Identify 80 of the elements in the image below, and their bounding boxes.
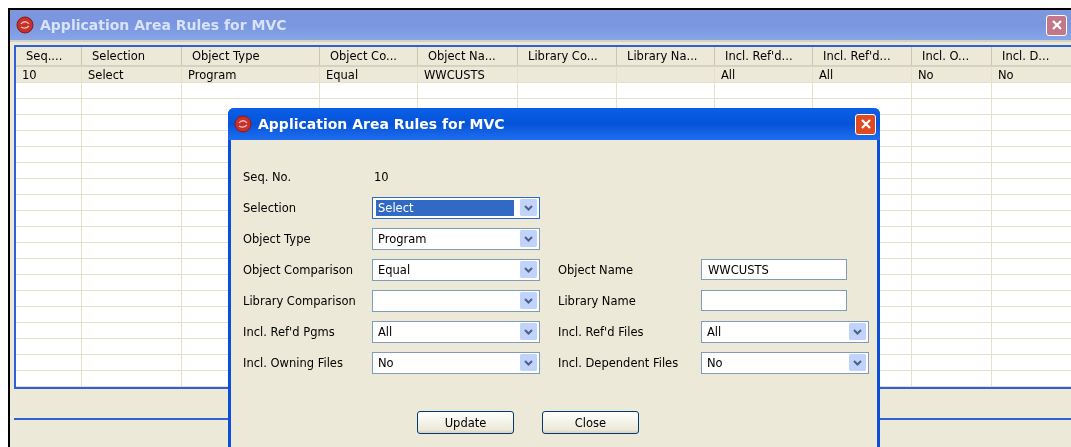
- column-header[interactable]: Library Na...: [617, 47, 715, 65]
- empty-cell: [16, 147, 82, 163]
- chevron-down-icon: [849, 323, 866, 340]
- dropdown[interactable]: All: [701, 320, 869, 343]
- empty-cell: [16, 339, 82, 355]
- field-label: Selection: [243, 200, 297, 215]
- empty-cell: [16, 323, 82, 339]
- table-cell: Select: [82, 67, 182, 83]
- dialog-button[interactable]: Update: [417, 411, 514, 434]
- table-row[interactable]: 10 Select Program Equal WWCUSTS All All No No: [16, 67, 1071, 83]
- table-cell: Program: [182, 67, 320, 83]
- empty-cell: [16, 115, 82, 131]
- chevron-down-icon: [520, 323, 537, 340]
- dropdown[interactable]: [372, 289, 540, 312]
- close-icon: [859, 118, 872, 130]
- column-header[interactable]: Selection: [82, 47, 182, 65]
- close-icon: [1050, 19, 1063, 31]
- text-field[interactable]: WWCUSTS: [701, 259, 847, 280]
- field-label: Incl. Dependent Files: [558, 355, 680, 370]
- dropdown[interactable]: Select: [372, 196, 540, 219]
- empty-cell: [16, 291, 82, 307]
- dropdown[interactable]: No: [701, 351, 869, 374]
- dialog-button[interactable]: Close: [542, 411, 639, 434]
- field-label: Incl. Owning Files: [243, 355, 344, 370]
- field-label: Incl. Ref'd Files: [558, 324, 645, 339]
- column-header[interactable]: Incl. Ref'd...: [813, 47, 912, 65]
- table-cell: All: [813, 67, 912, 83]
- empty-cell: [16, 99, 82, 115]
- empty-cell: [16, 227, 82, 243]
- empty-cell: [16, 275, 82, 291]
- field-value: 10: [373, 169, 389, 184]
- field-label: Object Name: [558, 262, 635, 277]
- chevron-down-icon: [849, 354, 866, 371]
- empty-cell: [16, 179, 82, 195]
- text-field[interactable]: [701, 290, 847, 311]
- close-button[interactable]: [1046, 14, 1067, 36]
- column-header[interactable]: Seq....: [16, 47, 82, 65]
- empty-cell: [16, 371, 82, 387]
- column-header[interactable]: Incl. D...: [992, 47, 1071, 65]
- empty-cell: [16, 195, 82, 211]
- field-label: Object Type: [243, 231, 312, 246]
- app-logo-icon: [234, 115, 252, 133]
- close-button[interactable]: [855, 113, 876, 135]
- field-label: Incl. Ref'd Pgms: [243, 324, 336, 339]
- dropdown[interactable]: Equal: [372, 258, 540, 281]
- chevron-down-icon: [520, 199, 537, 216]
- empty-cell: [16, 259, 82, 275]
- table-cell: Equal: [320, 67, 418, 83]
- chevron-down-icon: [520, 230, 537, 247]
- app-logo-icon: [16, 16, 34, 34]
- field-label: Library Name: [558, 293, 637, 308]
- field-label: Library Comparison: [243, 293, 357, 308]
- dropdown[interactable]: Program: [372, 227, 540, 250]
- table-cell: 10: [16, 67, 82, 83]
- table-cell: WWCUSTS: [418, 67, 518, 83]
- dropdown[interactable]: All: [372, 320, 540, 343]
- empty-cell: [16, 83, 82, 99]
- column-header[interactable]: Object Type: [182, 47, 320, 65]
- column-header[interactable]: Object Na...: [418, 47, 518, 65]
- chevron-down-icon: [520, 261, 537, 278]
- table-cell: No: [992, 67, 1071, 83]
- window-title: Application Area Rules for MVC: [40, 17, 288, 33]
- field-label: Seq. No.: [243, 169, 293, 184]
- column-header[interactable]: Object Co...: [320, 47, 418, 65]
- dialog-title: Application Area Rules for MVC: [258, 116, 506, 132]
- chevron-down-icon: [520, 354, 537, 371]
- empty-cell: [16, 307, 82, 323]
- empty-cell: [16, 163, 82, 179]
- empty-cell: [16, 211, 82, 227]
- table-cell: All: [715, 67, 813, 83]
- column-header[interactable]: Library Co...: [518, 47, 617, 65]
- field-label: Object Comparison: [243, 262, 354, 277]
- table-cell: No: [912, 67, 992, 83]
- column-header[interactable]: Incl. O...: [912, 47, 992, 65]
- empty-cell: [16, 243, 82, 259]
- empty-cell: [16, 131, 82, 147]
- chevron-down-icon: [520, 292, 537, 309]
- column-header[interactable]: Incl. Ref'd...: [715, 47, 813, 65]
- dropdown[interactable]: No: [372, 351, 540, 374]
- empty-cell: [16, 355, 82, 371]
